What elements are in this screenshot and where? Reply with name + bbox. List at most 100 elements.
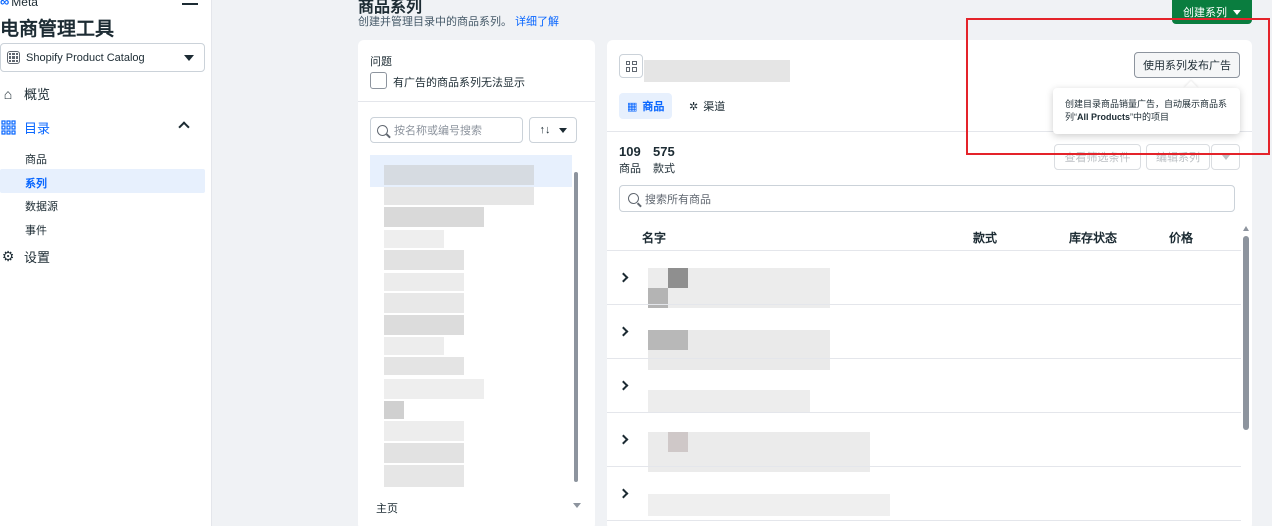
catalog-grid-icon [0, 120, 16, 136]
catalog-selector[interactable]: Shopify Product Catalog [0, 43, 205, 72]
tooltip-text-end: ”中的项目 [1130, 112, 1170, 122]
edit-set-more-button[interactable] [1211, 144, 1240, 170]
learn-more-link[interactable]: 详细了解 [515, 16, 559, 28]
expand-row-icon[interactable] [618, 434, 629, 445]
product-thumbnail [648, 288, 668, 308]
tab-label: 渠道 [703, 101, 726, 113]
search-placeholder: 按名称或编号搜索 [394, 125, 482, 137]
sets-list-scrollbar[interactable] [574, 172, 578, 482]
brand-name: Meta [11, 0, 38, 9]
list-item[interactable] [384, 250, 464, 270]
sets-list-panel: 问题 有广告的商品系列无法显示 按名称或编号搜索 ↑↓ 主页 [358, 40, 595, 526]
nav-label: 目录 [24, 121, 51, 136]
publish-ads-tooltip: 创建目录商品销量广告，自动展示商品系列“All Products”中的项目 [1053, 88, 1240, 134]
list-item[interactable] [384, 315, 464, 335]
hamburger-menu-icon[interactable] [182, 0, 198, 10]
divider [607, 412, 1241, 413]
issue-filter-checkbox[interactable] [370, 72, 387, 89]
view-filters-button[interactable]: 查看筛选条件 [1054, 144, 1141, 170]
tab-channels[interactable]: ✲ 渠道 [681, 93, 733, 119]
sets-list [370, 155, 575, 505]
divider [607, 466, 1241, 467]
divider [607, 358, 1241, 359]
list-item[interactable] [384, 337, 444, 355]
column-header-stock-status[interactable]: 库存状态 [1069, 229, 1117, 246]
column-header-price[interactable]: 价格 [1169, 229, 1193, 246]
list-item[interactable] [384, 165, 534, 185]
search-icon [377, 124, 388, 136]
search-icon [628, 193, 639, 204]
chevron-down-icon [1221, 154, 1230, 160]
product-thumbnail [648, 330, 688, 350]
chevron-down-icon [558, 127, 567, 133]
sidebar-item-data-sources[interactable]: 数据源 [25, 198, 58, 214]
list-item[interactable] [384, 421, 464, 441]
nav-item-settings[interactable]: ⚙ 设置 [0, 247, 50, 266]
nav-item-overview[interactable]: ⌂ 概览 [0, 84, 50, 103]
meta-logo-icon: ∞ [0, 0, 10, 9]
catalog-grid-icon [7, 51, 20, 64]
subtitle-text: 创建并管理目录中的商品系列。 [358, 16, 512, 28]
product-thumbnail [668, 268, 688, 288]
scroll-up-icon[interactable] [1243, 226, 1249, 231]
channels-icon: ✲ [689, 100, 699, 113]
set-detail-panel: ▦ 商品 ✲ 渠道 使用系列发布广告 创建目录商品销量广告，自动展示商品系列“A… [607, 40, 1252, 526]
product-search-input[interactable]: 搜索所有商品 [619, 185, 1235, 212]
nav-item-catalog[interactable]: 目录 [0, 118, 50, 137]
list-item[interactable] [384, 230, 444, 248]
product-count: 109 [619, 144, 641, 159]
list-item[interactable] [384, 357, 464, 375]
table-row[interactable] [648, 494, 890, 516]
expand-row-icon[interactable] [618, 326, 629, 337]
expand-row-icon[interactable] [618, 488, 629, 499]
list-item[interactable] [384, 187, 534, 205]
set-search-input[interactable]: 按名称或编号搜索 [370, 117, 523, 143]
list-item[interactable] [384, 293, 464, 313]
nav-label: 设置 [24, 250, 51, 265]
sidebar: ∞ Meta 电商管理工具 Shopify Product Catalog ⌂ … [0, 0, 212, 526]
chevron-up-icon[interactable] [178, 121, 190, 133]
variant-count: 575 [653, 144, 675, 159]
chevron-down-icon [1233, 9, 1241, 15]
grid-icon [625, 60, 637, 72]
table-row[interactable] [648, 390, 810, 412]
sidebar-item-sets[interactable]: 系列 [25, 175, 47, 191]
product-count-label: 商品 [619, 163, 641, 175]
divider [607, 520, 1241, 521]
publish-ads-button[interactable]: 使用系列发布广告 [1134, 52, 1240, 78]
scroll-down-icon[interactable] [573, 503, 581, 508]
sidebar-item-events[interactable]: 事件 [25, 222, 47, 238]
create-set-button[interactable]: 创建系列 [1172, 0, 1252, 24]
create-set-label: 创建系列 [1183, 7, 1227, 19]
app-title: 电商管理工具 [0, 19, 115, 40]
product-thumbnail [668, 432, 688, 452]
list-item[interactable] [384, 207, 484, 227]
list-item[interactable] [384, 379, 484, 399]
tooltip-highlight: All Products [1077, 112, 1131, 122]
set-name-redacted [644, 60, 790, 82]
chevron-down-icon [184, 55, 194, 61]
tab-label: 商品 [642, 101, 665, 113]
variant-count-label: 款式 [653, 163, 675, 175]
list-item[interactable] [384, 273, 464, 291]
products-table-scrollbar[interactable] [1243, 236, 1249, 430]
expand-row-icon[interactable] [618, 272, 629, 283]
list-item[interactable] [384, 443, 464, 463]
grid-icon: ▦ [627, 100, 638, 113]
nav-label: 概览 [24, 87, 51, 102]
edit-set-button[interactable]: 编辑系列 [1146, 144, 1210, 170]
divider [607, 250, 1241, 251]
page-subtitle: 创建并管理目录中的商品系列。 详细了解 [358, 13, 559, 29]
tab-products[interactable]: ▦ 商品 [619, 93, 673, 119]
column-header-name[interactable]: 名字 [642, 229, 666, 246]
list-item-home[interactable]: 主页 [376, 500, 398, 516]
expand-row-icon[interactable] [618, 380, 629, 391]
sort-button[interactable]: ↑↓ [529, 117, 577, 143]
list-item[interactable] [384, 465, 464, 487]
set-thumbnail [619, 54, 643, 78]
list-item[interactable] [384, 401, 404, 419]
column-header-variants[interactable]: 款式 [973, 229, 997, 246]
divider [607, 304, 1241, 305]
issue-filter-label: 有广告的商品系列无法显示 [393, 77, 525, 89]
sidebar-item-products[interactable]: 商品 [25, 151, 47, 167]
